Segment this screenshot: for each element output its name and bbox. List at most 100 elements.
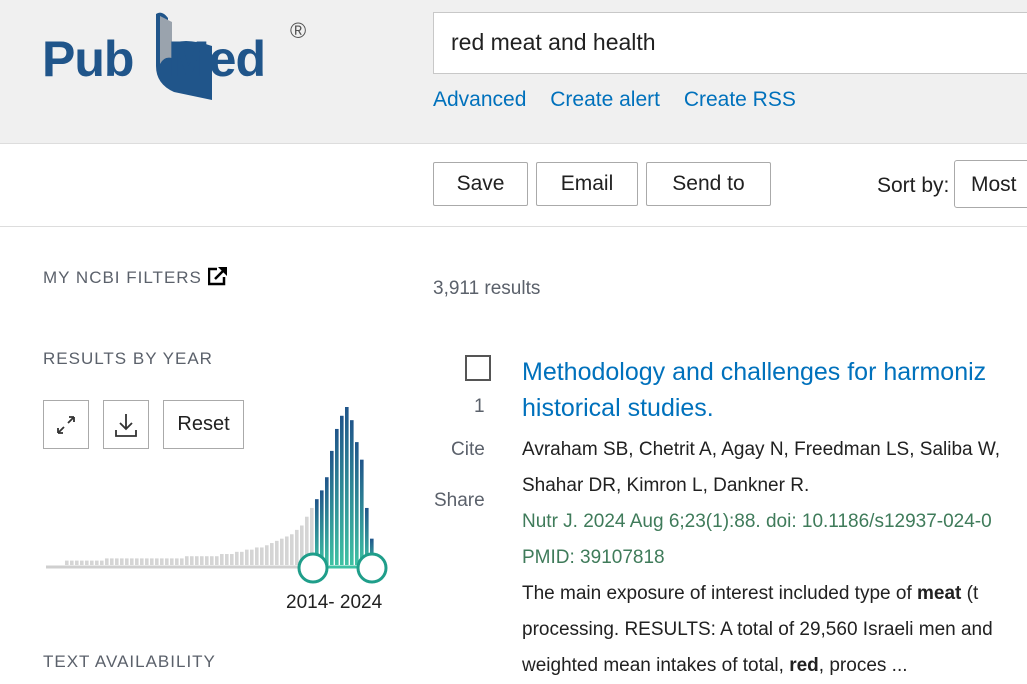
histogram-bar	[95, 560, 99, 565]
histogram-bar	[265, 545, 269, 565]
create-rss-link[interactable]: Create RSS	[684, 88, 796, 111]
histogram-bar	[115, 558, 119, 565]
histogram-bar	[355, 442, 359, 565]
snippet-highlight: meat	[917, 583, 962, 604]
results-by-year-heading: RESULTS BY YEAR	[43, 349, 213, 368]
histogram-bar	[70, 560, 74, 565]
result-authors: Avraham SB, Chetrit A, Agay N, Freedman …	[522, 432, 1000, 504]
share-button[interactable]: Share	[434, 490, 485, 512]
advanced-link[interactable]: Advanced	[433, 88, 526, 111]
pubmed-logo[interactable]: Pub Med ®	[40, 4, 320, 100]
histogram-bar	[75, 560, 79, 565]
snippet-text: , proces ...	[818, 655, 908, 676]
histogram-bar	[140, 558, 144, 565]
result-checkbox[interactable]	[465, 355, 491, 381]
histogram-bar	[260, 547, 264, 565]
results-by-year-histogram[interactable]	[43, 400, 388, 590]
histogram-bar	[320, 490, 324, 565]
histogram-bar	[360, 459, 364, 565]
result-authors-line-2: Shahar DR, Kimron L, Dankner R.	[522, 475, 810, 496]
histogram-bar	[130, 558, 134, 565]
histogram-bar	[180, 558, 184, 565]
histogram-bar	[280, 538, 284, 565]
histogram-bar	[270, 543, 274, 565]
text-availability-heading: TEXT AVAILABILITY	[43, 652, 216, 671]
histogram-bar	[220, 554, 224, 565]
histogram-bar	[190, 556, 194, 565]
histogram-bar	[150, 558, 154, 565]
histogram-bar	[135, 558, 139, 565]
histogram-bar	[200, 556, 204, 565]
histogram-bar	[125, 558, 129, 565]
snippet-highlight: red	[789, 655, 819, 676]
header-links: Advanced Create alert Create RSS	[433, 88, 814, 112]
search-box[interactable]	[433, 12, 1027, 74]
histogram-bar	[250, 549, 254, 565]
histogram-bar	[160, 558, 164, 565]
histogram-bar	[175, 558, 179, 565]
external-link-icon[interactable]	[208, 266, 228, 286]
result-title-line-1: Methodology and challenges for harmoniz	[522, 358, 987, 386]
result-citation: Nutr J. 2024 Aug 6;23(1):88. doi: 10.118…	[522, 504, 992, 576]
histogram-bar	[170, 558, 174, 565]
registered-mark: ®	[290, 18, 307, 43]
histogram-bar	[165, 558, 169, 565]
histogram-bar	[185, 556, 189, 565]
email-button[interactable]: Email	[536, 162, 638, 206]
histogram-bar	[285, 536, 289, 565]
histogram-bar	[295, 529, 299, 565]
histogram-bar	[335, 428, 339, 565]
snippet-text: weighted mean intakes of total,	[522, 655, 790, 676]
result-snippet-line-2: processing. RESULTS: A total of 29,560 I…	[522, 619, 993, 640]
result-snippet-line-3: weighted mean intakes of total, red, pro…	[522, 648, 993, 684]
histogram-bar	[110, 558, 114, 565]
histogram-bar	[80, 560, 84, 565]
snippet-text: (t	[961, 583, 979, 604]
cite-button[interactable]: Cite	[451, 439, 485, 461]
results-toolbar: Save Email Send to Sort by: Most	[0, 144, 1027, 227]
result-snippet-line-1: The main exposure of interest included t…	[522, 576, 993, 612]
histogram-bar	[120, 558, 124, 565]
logo-text-pub: Pub	[42, 31, 134, 87]
histogram-bar	[350, 420, 354, 565]
histogram-bar	[155, 558, 159, 565]
logo-text-med: Med	[168, 31, 266, 87]
histogram-bar	[230, 554, 234, 565]
result-title-line-2: historical studies.	[522, 394, 714, 422]
histogram-bar	[215, 556, 219, 565]
histogram-bar	[100, 560, 104, 565]
result-index: 1	[474, 396, 485, 417]
histogram-bar	[240, 551, 244, 565]
histogram-bar	[245, 549, 249, 565]
histogram-bar	[90, 560, 94, 565]
histogram-bar	[85, 560, 89, 565]
histogram-bar	[205, 556, 209, 565]
histogram-bar	[340, 415, 344, 565]
histogram-bar	[235, 551, 239, 565]
sort-by-label: Sort by:	[877, 174, 950, 197]
histogram-bar	[275, 540, 279, 565]
histogram-bar	[105, 558, 109, 565]
create-alert-link[interactable]: Create alert	[550, 88, 660, 111]
histogram-bar	[290, 534, 294, 565]
range-end-handle[interactable]	[356, 552, 388, 584]
histogram-bar	[210, 556, 214, 565]
histogram-bar	[325, 477, 329, 565]
histogram-bar	[225, 554, 229, 565]
search-input[interactable]	[451, 29, 1011, 56]
sort-by-select[interactable]: Most	[954, 160, 1027, 208]
page-header: Pub Med ® Advanced Create alert Create R…	[0, 0, 1027, 144]
range-start-handle[interactable]	[297, 552, 329, 584]
snippet-text: The main exposure of interest included t…	[522, 583, 918, 604]
send-to-button[interactable]: Send to	[646, 162, 771, 206]
result-title-link[interactable]: Methodology and challenges for harmoniz …	[522, 354, 1027, 426]
save-button[interactable]: Save	[433, 162, 528, 206]
histogram-bar	[195, 556, 199, 565]
result-snippet: The main exposure of interest included t…	[522, 576, 993, 684]
histogram-bar	[255, 547, 259, 565]
my-ncbi-filters-heading[interactable]: MY NCBI FILTERS	[43, 268, 202, 288]
histogram-bar	[65, 560, 69, 565]
results-count: 3,911 results	[433, 278, 541, 299]
year-range-label: 2014- 2024	[286, 592, 383, 613]
histogram-bar	[145, 558, 149, 565]
